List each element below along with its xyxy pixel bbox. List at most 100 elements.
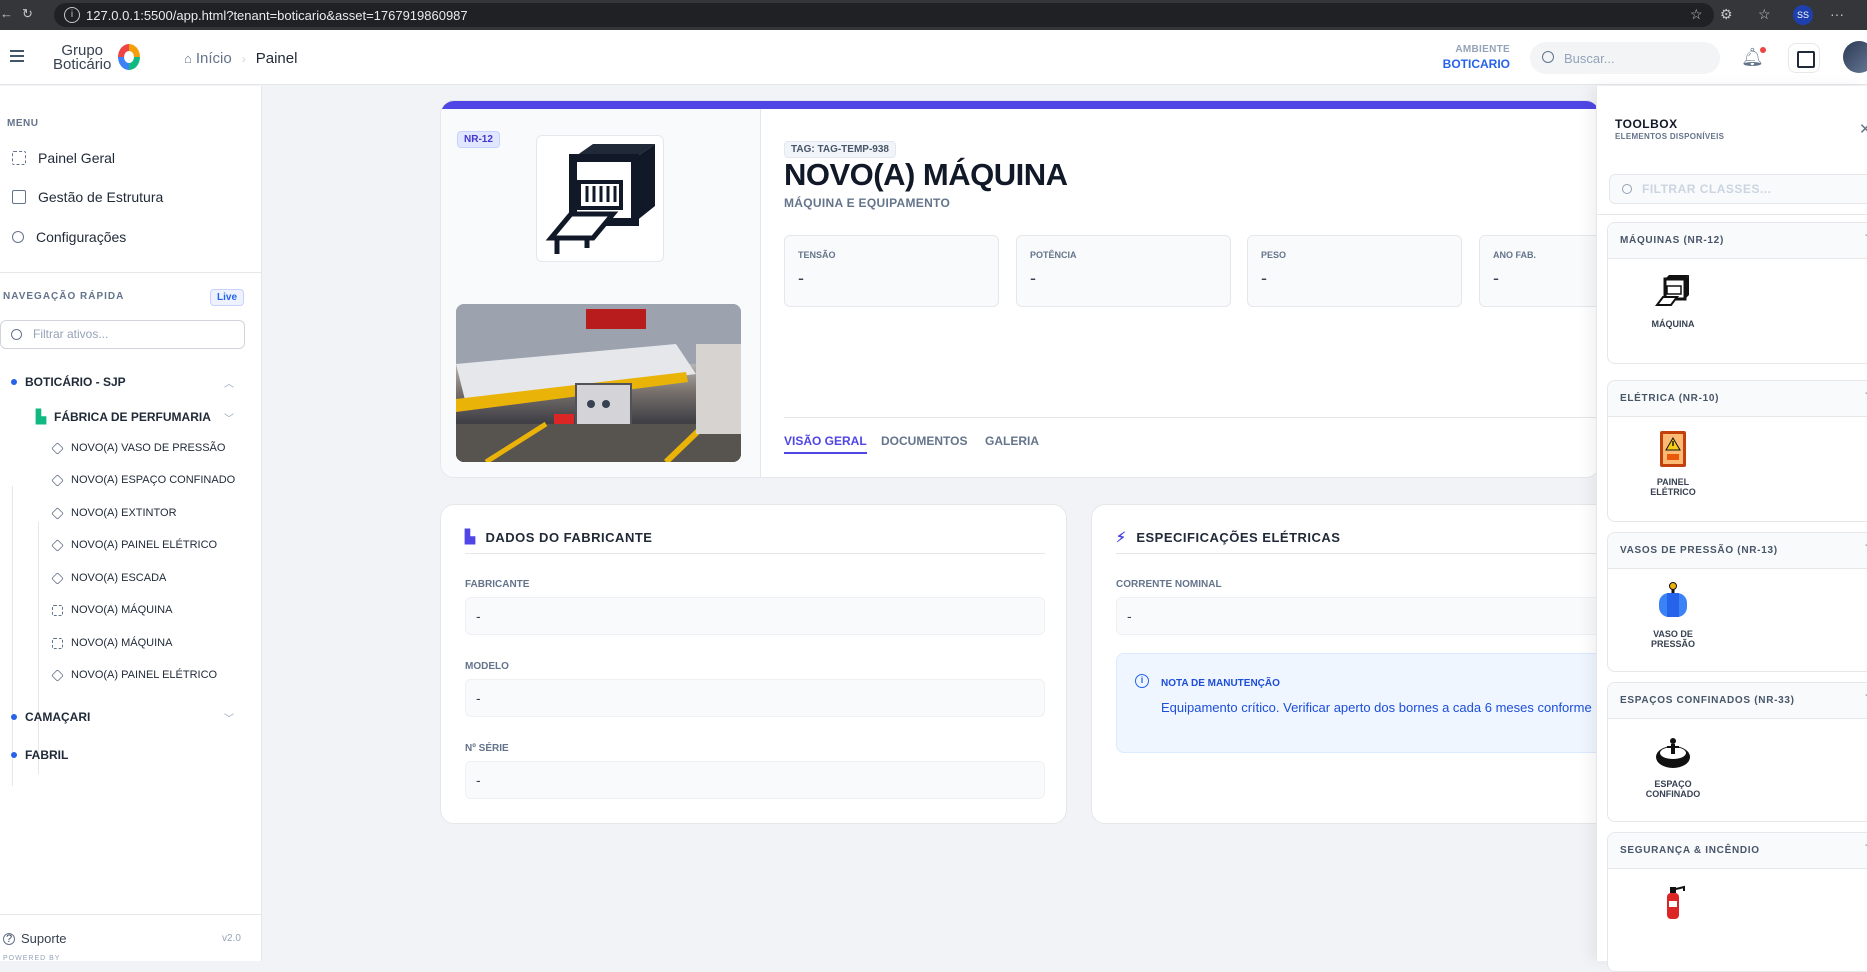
url-text: 127.0.0.1:5500/app.html?tenant=boticario… [86, 7, 468, 23]
field-value: - [465, 679, 1045, 717]
machine-icon [545, 144, 655, 254]
favorites-icon[interactable]: ☆ [1758, 6, 1771, 23]
cube-icon [51, 571, 64, 585]
tree-site-camacari[interactable]: CAMAÇARI ﹀ [11, 710, 234, 725]
notification-dot [1759, 47, 1766, 53]
sidebar: MENU Painel Geral Gestão de Estrutura Co… [0, 86, 262, 962]
spec-peso: PESO - [1247, 235, 1462, 307]
tree-asset-item[interactable]: NOVO(A) PAINEL ELÉTRICO [51, 668, 217, 682]
menu-dots-icon[interactable]: ··· [1830, 6, 1844, 22]
section-header[interactable]: SEGURANÇA & INCÊNDIO﹀ [1608, 833, 1867, 869]
card-title-text: ESPECIFICAÇÕES ELÉTRICAS [1136, 530, 1341, 545]
app-header: Grupo Boticário ⌂ Início › Painel AMBIEN… [0, 30, 1867, 85]
chevron-right-icon: › [241, 51, 246, 66]
sidebar-item-label: Gestão de Estrutura [38, 189, 164, 205]
reload-icon[interactable]: ↻ [22, 6, 33, 22]
asset-media-column: NR-12 [441, 109, 761, 477]
toolbox-item-extintor[interactable] [1633, 881, 1713, 929]
tree-site-fabril[interactable]: FABRIL [11, 748, 68, 762]
logo[interactable]: Grupo Boticário [53, 43, 112, 73]
avatar[interactable] [1843, 41, 1867, 73]
bullet-icon [11, 752, 17, 758]
toolbox-title: TOOLBOX [1615, 117, 1678, 131]
extensions-icon[interactable]: ⚙ [1720, 6, 1733, 23]
asset-photo[interactable] [456, 304, 741, 462]
divider [465, 553, 1045, 554]
support-link[interactable]: ? Suporte [3, 931, 67, 946]
spec-value: - [1493, 268, 1499, 288]
spec-potencia: POTÊNCIA - [1016, 235, 1231, 307]
sidebar-item-painel-geral[interactable]: Painel Geral [12, 150, 115, 166]
fire-extinguisher-icon [1667, 885, 1685, 919]
toolbox-item-label: PAINEL ELÉTRICO [1650, 477, 1696, 497]
section-header[interactable]: MÁQUINAS (NR-12)﹀ [1608, 223, 1867, 259]
breadcrumb-home[interactable]: Início [196, 50, 232, 67]
factory-icon: ▙ [465, 529, 476, 544]
sidebar-item-gestao-estrutura[interactable]: Gestão de Estrutura [12, 189, 163, 205]
tab-galeria[interactable]: GALERIA [985, 434, 1039, 448]
field-corrente-nominal: CORRENTE NOMINAL - [1116, 579, 1650, 635]
tab-documentos[interactable]: DOCUMENTOS [881, 434, 967, 448]
tree-asset-item[interactable]: NOVO(A) MÁQUINA [52, 604, 172, 616]
divider [1597, 214, 1867, 215]
field-label: MODELO [465, 661, 509, 672]
logo-line2: Boticário [53, 56, 112, 73]
tree-asset-item[interactable]: NOVO(A) EXTINTOR [51, 506, 177, 520]
tree-asset-item[interactable]: NOVO(A) MÁQUINA [52, 637, 172, 649]
note-body: Equipamento crítico. Verificar aperto do… [1161, 700, 1651, 715]
spec-value: - [798, 268, 804, 288]
tree-asset-label: NOVO(A) MÁQUINA [71, 637, 173, 649]
section-header-label: MÁQUINAS (NR-12) [1620, 235, 1724, 246]
divider [0, 914, 262, 915]
toolbox-section-eletrica: ELÉTRICA (NR-10)﹀ PAINEL ELÉTRICO [1607, 380, 1867, 522]
tree-asset-item[interactable]: NOVO(A) PAINEL ELÉTRICO [51, 538, 217, 552]
home-icon[interactable]: ⌂ [184, 51, 192, 66]
notifications-bell-icon[interactable]: 🔔︎ [1741, 47, 1766, 68]
section-header[interactable]: VASOS DE PRESSÃO (NR-13)﹀ [1608, 533, 1867, 569]
info-icon: i [1135, 674, 1149, 688]
hamburger-menu-icon[interactable] [10, 50, 24, 62]
asset-filter-input[interactable]: Filtrar ativos... [0, 320, 245, 349]
asset-title: NOVO(A) MÁQUINA [784, 157, 1068, 192]
asset-subtitle: MÁQUINA E EQUIPAMENTO [784, 196, 951, 210]
asset-icon-box[interactable] [536, 135, 664, 262]
toggle-panel-button[interactable] [1788, 43, 1820, 73]
tree-asset-item[interactable]: NOVO(A) ESCADA [51, 571, 167, 585]
spec-value: - [1030, 268, 1036, 288]
toolbox-item-espaco-confinado[interactable]: ESPAÇO CONFINADO [1633, 731, 1713, 799]
sidebar-item-label: Painel Geral [38, 150, 116, 166]
environment-label: AMBIENTE [1455, 44, 1510, 55]
close-icon[interactable]: ✕ [1859, 120, 1867, 138]
chevron-down-icon[interactable]: ﹀ [224, 710, 234, 725]
chevron-up-icon[interactable]: ︿ [224, 375, 234, 390]
tree-factory-perfumaria[interactable]: ▙ FÁBRICA DE PERFUMARIA ﹀ [36, 409, 234, 425]
site-info-icon[interactable]: i [64, 7, 80, 23]
toolbox-item-maquina[interactable]: MÁQUINA [1633, 271, 1713, 329]
tree-asset-label: NOVO(A) ESCADA [71, 572, 167, 584]
class-filter-input[interactable]: FILTRAR CLASSES... [1609, 174, 1867, 204]
field-label: CORRENTE NOMINAL [1116, 579, 1222, 590]
tree-asset-label: NOVO(A) ESPAÇO CONFINADO [71, 474, 236, 486]
profile-icon[interactable]: SS [1793, 5, 1813, 25]
live-badge: Live [210, 289, 245, 306]
cpu-icon [52, 637, 63, 649]
toolbox-item-vaso-pressao[interactable]: VASO DE PRESSÃO [1633, 581, 1713, 649]
tab-visao-geral[interactable]: VISÃO GERAL [784, 434, 867, 454]
sidebar-item-configuracoes[interactable]: Configurações [12, 229, 126, 245]
tree-asset-item[interactable]: NOVO(A) ESPAÇO CONFINADO [51, 473, 236, 487]
section-header[interactable]: ELÉTRICA (NR-10)﹀ [1608, 381, 1867, 417]
bookmark-star-icon[interactable]: ☆ [1690, 6, 1703, 23]
toolbox-item-painel-eletrico[interactable]: PAINEL ELÉTRICO [1633, 429, 1713, 497]
toolbox-item-label: ESPAÇO CONFINADO [1645, 779, 1701, 799]
back-icon[interactable]: ← [0, 6, 13, 21]
cube-icon [51, 441, 64, 455]
breadcrumb-current: Painel [255, 50, 298, 67]
chevron-down-icon[interactable]: ﹀ [224, 410, 234, 425]
section-header[interactable]: ESPAÇOS CONFINADOS (NR-33)﹀ [1608, 683, 1867, 719]
toolbox-item-label: VASO DE PRESSÃO [1650, 629, 1695, 649]
tree-asset-label: NOVO(A) VASO DE PRESSÃO [71, 442, 226, 454]
tree-asset-item[interactable]: NOVO(A) VASO DE PRESSÃO [51, 441, 226, 455]
search-input[interactable]: Buscar... [1530, 42, 1720, 74]
address-bar[interactable]: i 127.0.0.1:5500/app.html?tenant=boticar… [54, 3, 1714, 27]
tree-site-boticario-sjp[interactable]: BOTICÁRIO - SJP ︿ [11, 375, 234, 390]
